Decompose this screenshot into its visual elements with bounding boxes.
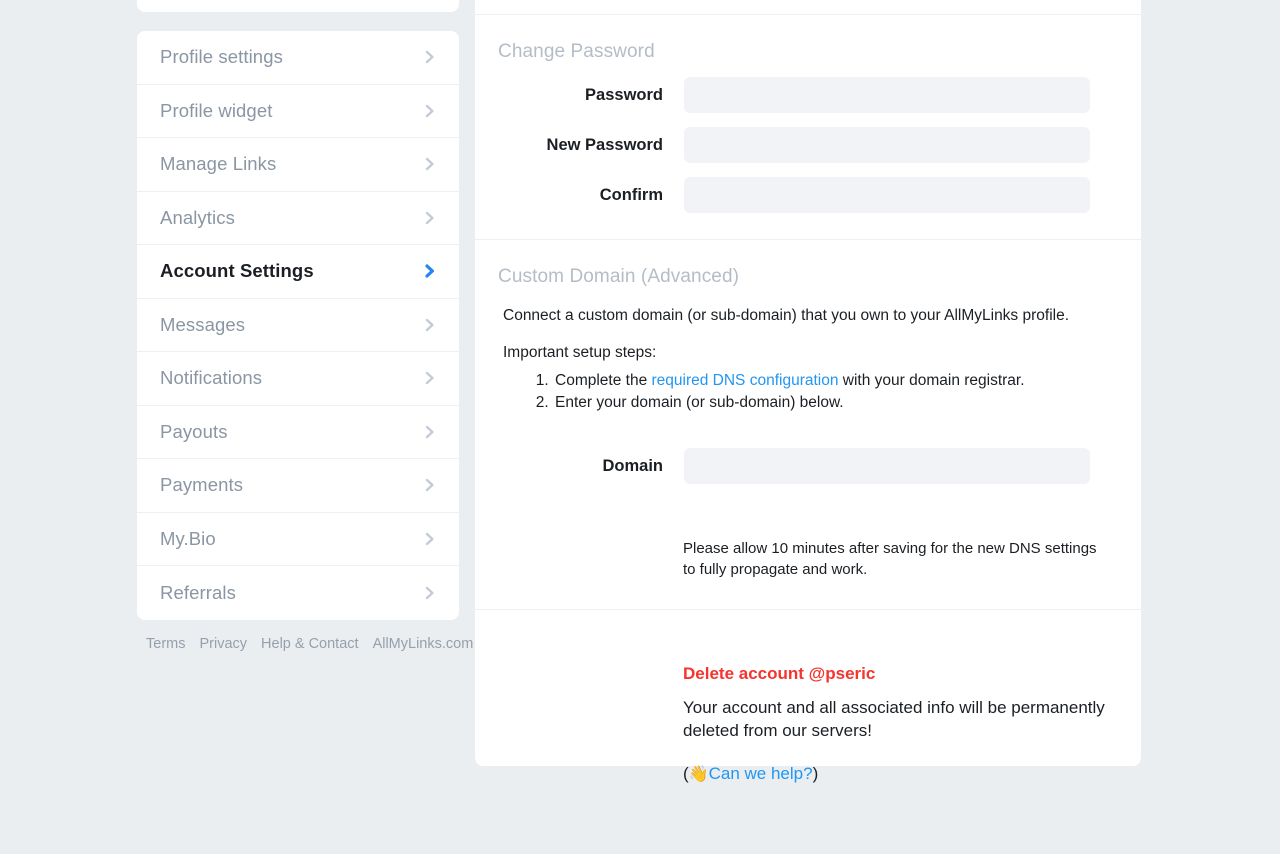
page-root: Profile settings Profile widget Manage Lin… <box>0 0 1280 854</box>
sidebar-item-label: Messages <box>160 313 246 335</box>
new-password-row: New Password <box>475 127 1141 163</box>
confirm-password-row: Confirm <box>475 177 1141 213</box>
account-settings-panel: Change Password Password New Password Co… <box>475 0 1141 783</box>
confirm-password-input[interactable] <box>684 177 1090 213</box>
delete-account-link[interactable]: Delete account @pseric <box>683 664 1141 684</box>
sidebar-item-label: Manage Links <box>160 153 277 175</box>
sidebar-item-label: Referrals <box>160 581 236 603</box>
chevron-right-icon <box>423 369 437 387</box>
chevron-right-icon <box>423 102 437 120</box>
delete-account-section: Delete account @pseric Your account and … <box>475 610 1141 784</box>
footer-link-privacy[interactable]: Privacy <box>199 636 247 652</box>
chevron-right-icon <box>423 423 437 441</box>
custom-domain-section: Custom Domain (Advanced) Connect a custo… <box>475 240 1141 609</box>
step1-text-after: with your domain registrar. <box>838 371 1025 389</box>
domain-row: Domain <box>475 448 1141 485</box>
chevron-right-icon <box>423 48 437 66</box>
sidebar-item-label: Analytics <box>160 206 235 228</box>
sidebar-item-label: Notifications <box>160 367 263 389</box>
domain-input[interactable] <box>684 448 1090 485</box>
sidebar-item-referrals[interactable]: Referrals <box>137 566 459 620</box>
sidebar-item-account-settings[interactable]: Account Settings <box>137 245 459 299</box>
chevron-right-icon <box>423 209 437 227</box>
sidebar-item-label: Payouts <box>160 420 228 442</box>
can-we-help-link[interactable]: Can we help? <box>709 764 813 783</box>
sidebar-item-label: My.Bio <box>160 527 216 549</box>
sidebar-item-label: Payments <box>160 474 244 496</box>
sidebar-item-label: Profile settings <box>160 46 283 68</box>
custom-domain-intro: Connect a custom domain (or sub-domain) … <box>503 307 1070 324</box>
waving-hand-icon: 👋 <box>688 765 709 783</box>
footer-link-help-contact[interactable]: Help & Contact <box>261 636 359 652</box>
sidebar-item-profile-widget[interactable]: Profile widget <box>137 85 459 138</box>
sidebar-item-payouts[interactable]: Payouts <box>137 406 459 459</box>
chevron-right-icon <box>423 530 437 548</box>
footer-links: Terms Privacy Help & Contact AllMyLinks.com <box>146 636 473 652</box>
sidebar-item-analytics[interactable]: Analytics <box>137 192 459 245</box>
step1-text-before: Complete the <box>555 371 652 389</box>
new-password-label: New Password <box>546 135 663 154</box>
delete-account-warning: Your account and all associated info wil… <box>683 697 1105 740</box>
sidebar-item-messages[interactable]: Messages <box>137 299 459 352</box>
sidebar-item-manage-links[interactable]: Manage Links <box>137 138 459 192</box>
new-password-input[interactable] <box>684 127 1090 163</box>
chevron-right-icon <box>423 584 437 602</box>
sidebar-item-payments[interactable]: Payments <box>137 459 459 513</box>
sidebar-item-notifications[interactable]: Notifications <box>137 352 459 406</box>
help-paren-close: ) <box>812 763 819 783</box>
chevron-right-icon <box>423 262 437 280</box>
sidebar-item-label: Account Settings <box>160 260 314 282</box>
password-input[interactable] <box>684 77 1090 113</box>
custom-domain-step-1: Complete the required DNS configuration … <box>553 370 1141 392</box>
footer-link-terms[interactable]: Terms <box>146 636 185 652</box>
password-label: Password <box>585 85 663 104</box>
custom-domain-steps: Complete the required DNS configuration … <box>475 370 1141 414</box>
sidebar-item-my-bio[interactable]: My.Bio <box>137 513 459 566</box>
change-password-title: Change Password <box>498 41 655 62</box>
chevron-right-icon <box>423 316 437 334</box>
confirm-password-label: Confirm <box>599 185 663 204</box>
custom-domain-steps-heading: Important setup steps: <box>503 343 657 361</box>
footer-link-allmylinks-com[interactable]: AllMyLinks.com <box>373 636 474 652</box>
chevron-right-icon <box>423 476 437 494</box>
dns-configuration-link[interactable]: required DNS configuration <box>652 372 839 389</box>
sidebar-nav: Profile settings Profile widget Manage Lin… <box>137 31 459 620</box>
custom-domain-title: Custom Domain (Advanced) <box>498 266 740 287</box>
password-row: Password <box>475 77 1141 113</box>
change-password-section: Change Password Password New Password Co… <box>475 15 1141 239</box>
custom-domain-step-2: Enter your domain (or sub-domain) below. <box>553 392 1141 414</box>
sidebar-item-label: Profile widget <box>160 99 273 121</box>
sidebar-card-above <box>137 0 459 12</box>
dns-propagation-note: Please allow 10 minutes after saving for… <box>683 540 1097 578</box>
domain-label: Domain <box>602 456 663 475</box>
chevron-right-icon <box>423 155 437 173</box>
sidebar-item-profile-settings[interactable]: Profile settings <box>137 31 459 85</box>
can-we-help-line: (👋Can we help?) <box>683 764 1141 784</box>
